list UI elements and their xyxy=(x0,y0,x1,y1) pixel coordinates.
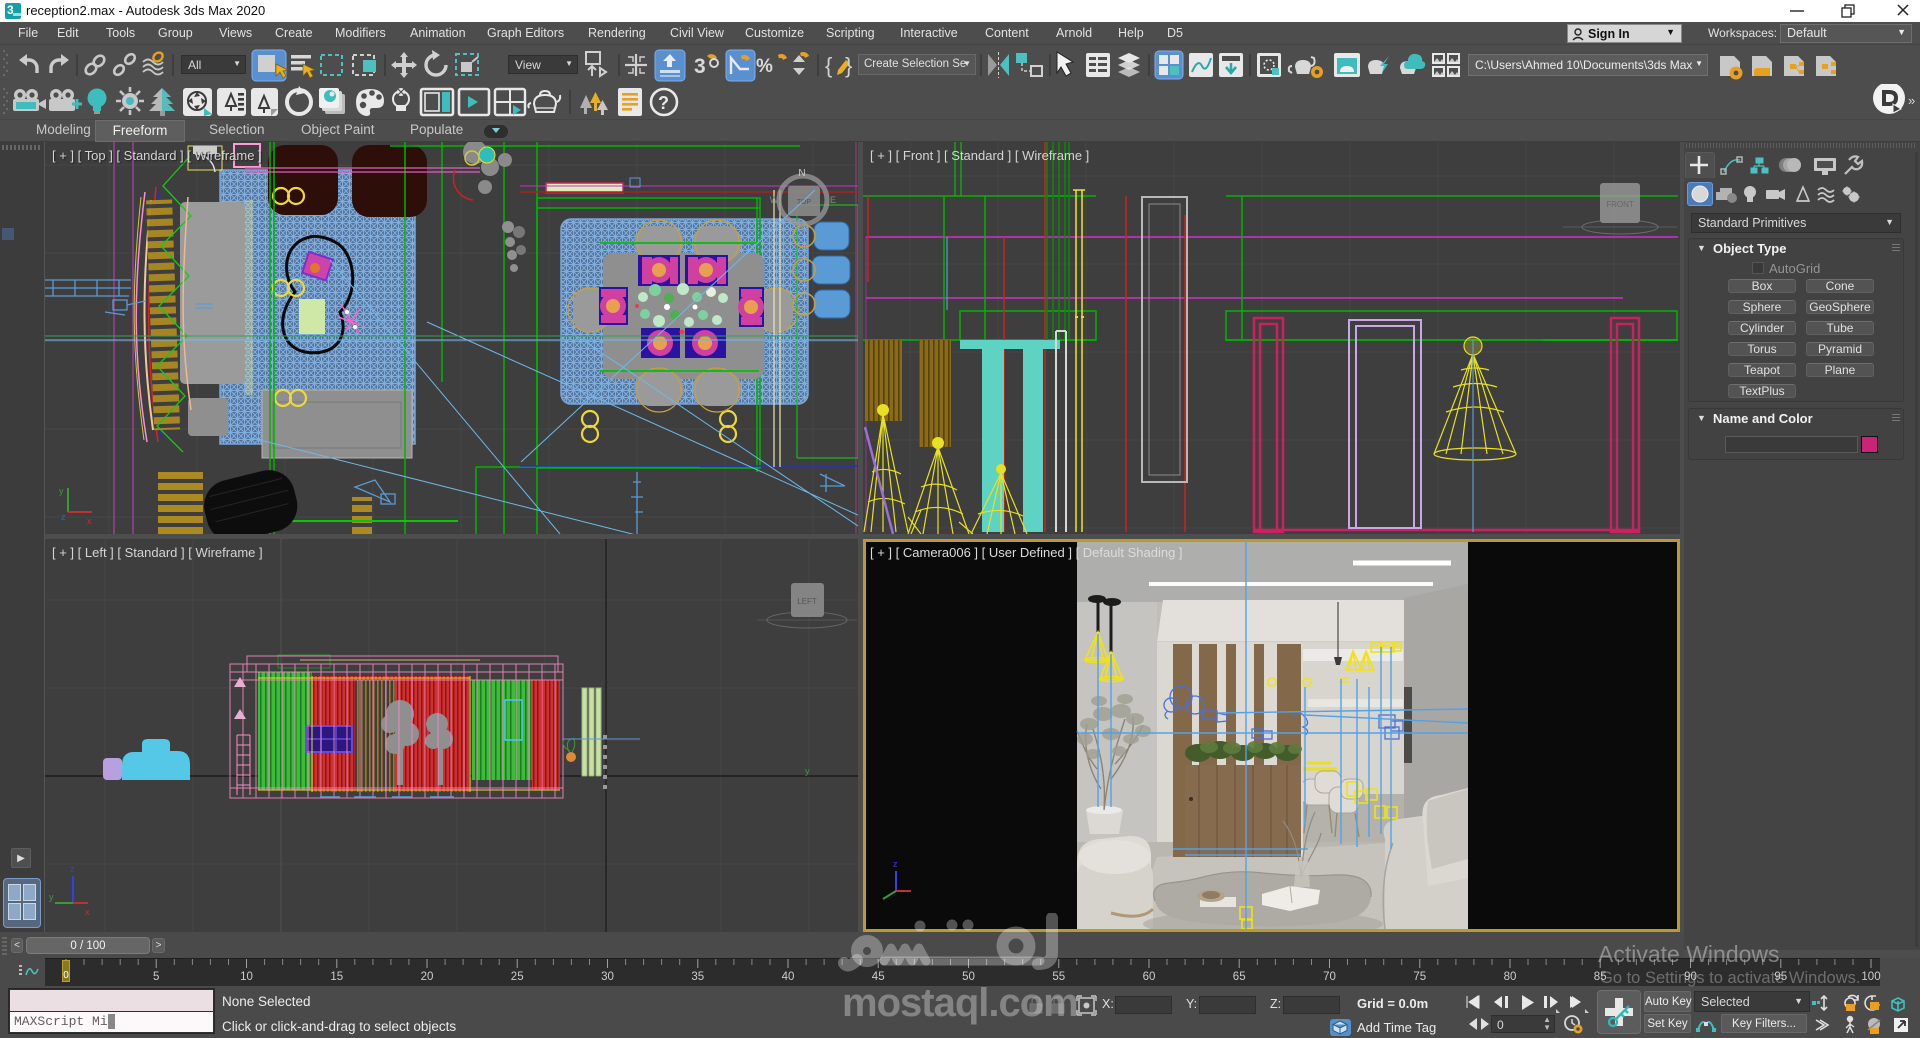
svg-text:LEFT: LEFT xyxy=(797,597,817,606)
svg-text:[ + ] [ Left ] [ Standard ] [: [ + ] [ Left ] [ Standard ] [ Wireframe … xyxy=(52,545,263,560)
svg-text:[ + ] [ Top ] [ Standard ] [ W: [ + ] [ Top ] [ Standard ] [ Wireframe ] xyxy=(52,148,262,163)
svg-text:20: 20 xyxy=(421,971,434,983)
svg-text:y: y xyxy=(59,486,64,496)
svg-text:?: ? xyxy=(658,93,669,113)
svg-text:100: 100 xyxy=(1861,971,1880,983)
svg-text:{: { xyxy=(825,53,832,78)
svg-text:y: y xyxy=(805,766,810,776)
svg-text:[ + ] [ Front ] [ Standard ] [: [ + ] [ Front ] [ Standard ] [ Wireframe… xyxy=(870,148,1089,163)
svg-text:mostaql.com: mostaql.com xyxy=(842,981,1078,1025)
svg-text:z: z xyxy=(61,512,66,522)
svg-text:70: 70 xyxy=(1323,971,1336,983)
svg-text:25: 25 xyxy=(511,971,524,983)
svg-text:y: y xyxy=(49,892,54,902)
svg-text:FRONT: FRONT xyxy=(1606,200,1634,209)
svg-text:N: N xyxy=(798,168,805,179)
svg-text:[ + ] [ Camera006 ] [ User Def: [ + ] [ Camera006 ] [ User Defined ] [ D… xyxy=(870,545,1183,560)
svg-text:»: » xyxy=(1908,93,1915,108)
svg-text:10: 10 xyxy=(240,971,253,983)
svg-text:}: } xyxy=(845,53,852,78)
svg-text:30: 30 xyxy=(601,971,614,983)
svg-text:z: z xyxy=(70,864,75,874)
svg-text:S: S xyxy=(799,224,805,234)
svg-text:E: E xyxy=(830,195,836,205)
svg-text:40: 40 xyxy=(782,971,795,983)
svg-text:35: 35 xyxy=(691,971,704,983)
svg-text:z: z xyxy=(893,859,898,869)
svg-text:75: 75 xyxy=(1413,971,1426,983)
svg-text:65: 65 xyxy=(1233,971,1246,983)
svg-text:W: W xyxy=(770,195,779,205)
svg-text:60: 60 xyxy=(1143,971,1156,983)
svg-text:5: 5 xyxy=(153,971,159,983)
svg-text:80: 80 xyxy=(1504,971,1517,983)
svg-text:x: x xyxy=(87,516,92,526)
svg-text:3: 3 xyxy=(694,55,706,78)
svg-text:x: x xyxy=(85,907,90,917)
svg-text:%: % xyxy=(756,56,773,77)
svg-text:15: 15 xyxy=(330,971,343,983)
